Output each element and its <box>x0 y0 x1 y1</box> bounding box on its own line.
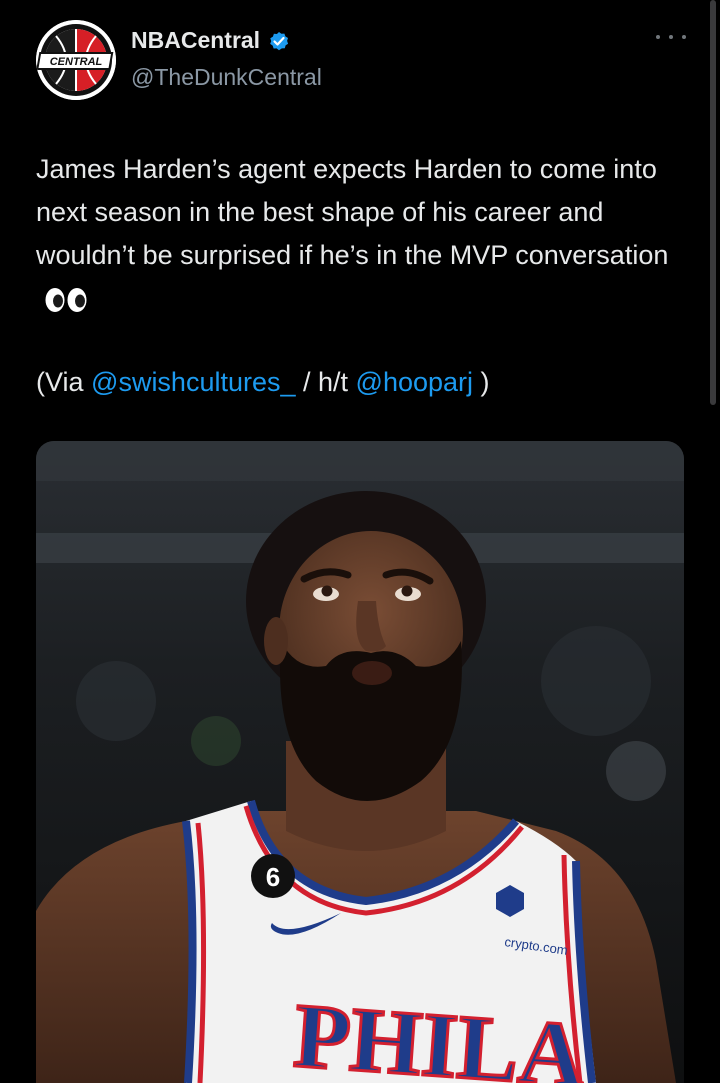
tweet-media-photo[interactable]: 6 crypto.com PHILA <box>36 441 684 1083</box>
verified-badge-icon <box>270 31 289 50</box>
author-name-row[interactable]: NBACentral <box>131 27 291 54</box>
avatar-text: CENTRAL <box>50 56 103 68</box>
more-options-icon[interactable] <box>656 30 686 44</box>
author-handle[interactable]: @TheDunkCentral <box>131 64 322 91</box>
ht-text: / h/t <box>295 367 356 397</box>
dot <box>656 35 660 39</box>
author-avatar[interactable]: CENTRAL <box>36 20 116 100</box>
eyes-emoji-icon <box>45 287 87 312</box>
via-prefix: (Via <box>36 367 92 397</box>
tweet-card: CENTRAL NBACentral @TheDunkCentral James… <box>0 0 720 1083</box>
tweet-body: James Harden’s agent expects Harden to c… <box>36 148 686 320</box>
author-name[interactable]: NBACentral <box>131 27 260 54</box>
via-line: (Via @swishcultures_ / h/t @hooparj ) <box>36 361 490 404</box>
dot <box>669 35 673 39</box>
nba-central-logo-icon: CENTRAL <box>36 20 116 100</box>
via-mention-link[interactable]: @swishcultures_ <box>91 367 295 397</box>
via-suffix: ) <box>473 367 490 397</box>
tweet-text: James Harden’s agent expects Harden to c… <box>36 154 669 270</box>
jersey-number-patch: 6 <box>266 862 280 892</box>
player-photo: 6 crypto.com PHILA <box>36 441 684 1083</box>
ht-mention-link[interactable]: @hooparj <box>356 367 473 397</box>
dot <box>682 35 686 39</box>
scrollbar[interactable] <box>710 0 716 405</box>
